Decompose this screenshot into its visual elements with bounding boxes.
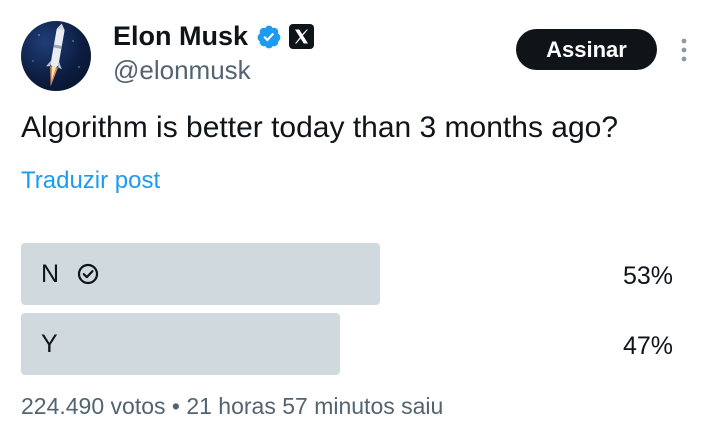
- subscribe-button[interactable]: Assinar: [516, 29, 657, 70]
- poll-bar: [21, 313, 340, 375]
- post-card: Elon Musk @elonmusk Assinar Algorithm is…: [0, 0, 720, 446]
- poll-option-percent: 53%: [622, 262, 673, 290]
- poll-option-y[interactable]: Y 47%: [21, 313, 675, 375]
- poll-option-label: Y: [41, 330, 58, 358]
- rocket-avatar-icon: [32, 23, 80, 87]
- poll-bar: [21, 243, 380, 305]
- poll-option-n[interactable]: N 53%: [21, 243, 675, 305]
- poll-option-label: N: [41, 260, 60, 288]
- poll-option-percent: 47%: [622, 332, 673, 360]
- poll-footer: 224.490 votos • 21 horas 57 minutos saiu: [21, 393, 444, 419]
- check-circle-icon: [77, 263, 99, 285]
- author-name[interactable]: Elon Musk: [113, 20, 248, 52]
- avatar[interactable]: [21, 21, 91, 91]
- translate-link[interactable]: Traduzir post: [21, 165, 160, 197]
- post-text: Algorithm is better today than 3 months …: [21, 111, 619, 144]
- more-vertical-icon[interactable]: [677, 36, 691, 64]
- x-logo-icon: [289, 24, 314, 49]
- verified-badge-icon: [257, 25, 281, 49]
- author-handle[interactable]: @elonmusk: [113, 54, 251, 86]
